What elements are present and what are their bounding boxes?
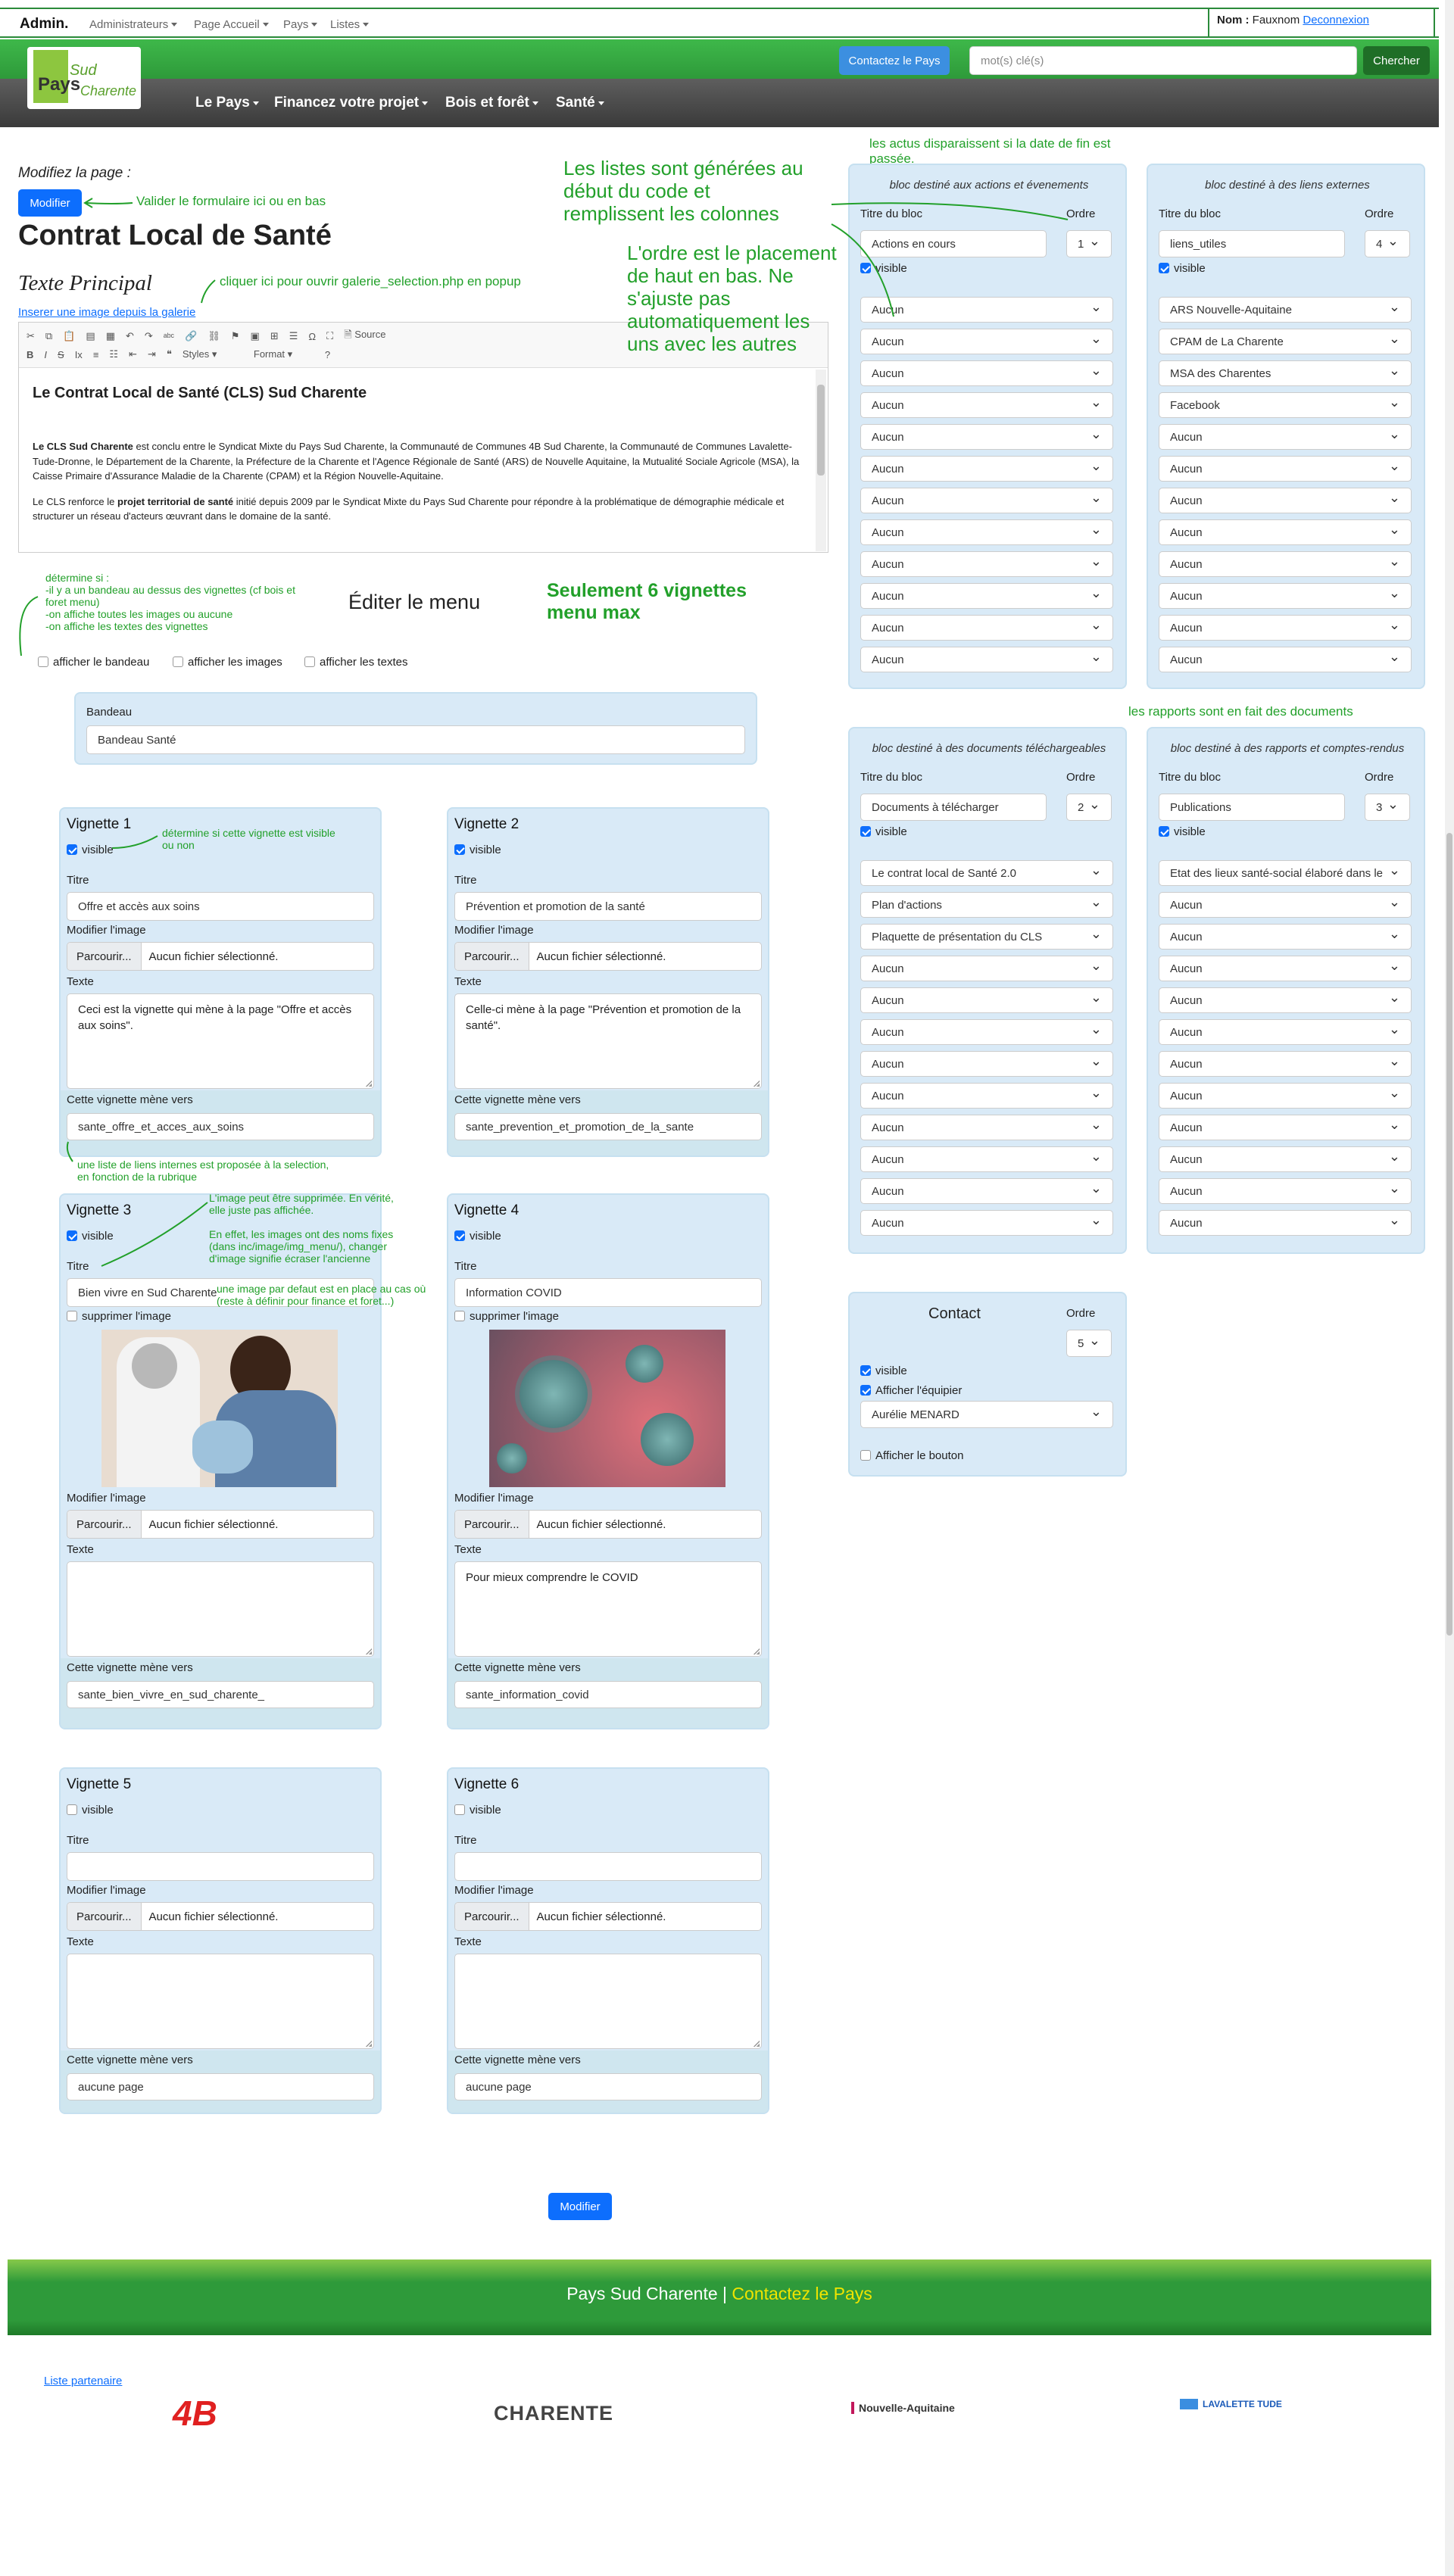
page-scrollbar[interactable] xyxy=(1445,0,1454,2576)
annotation-arrows xyxy=(19,198,1069,1267)
